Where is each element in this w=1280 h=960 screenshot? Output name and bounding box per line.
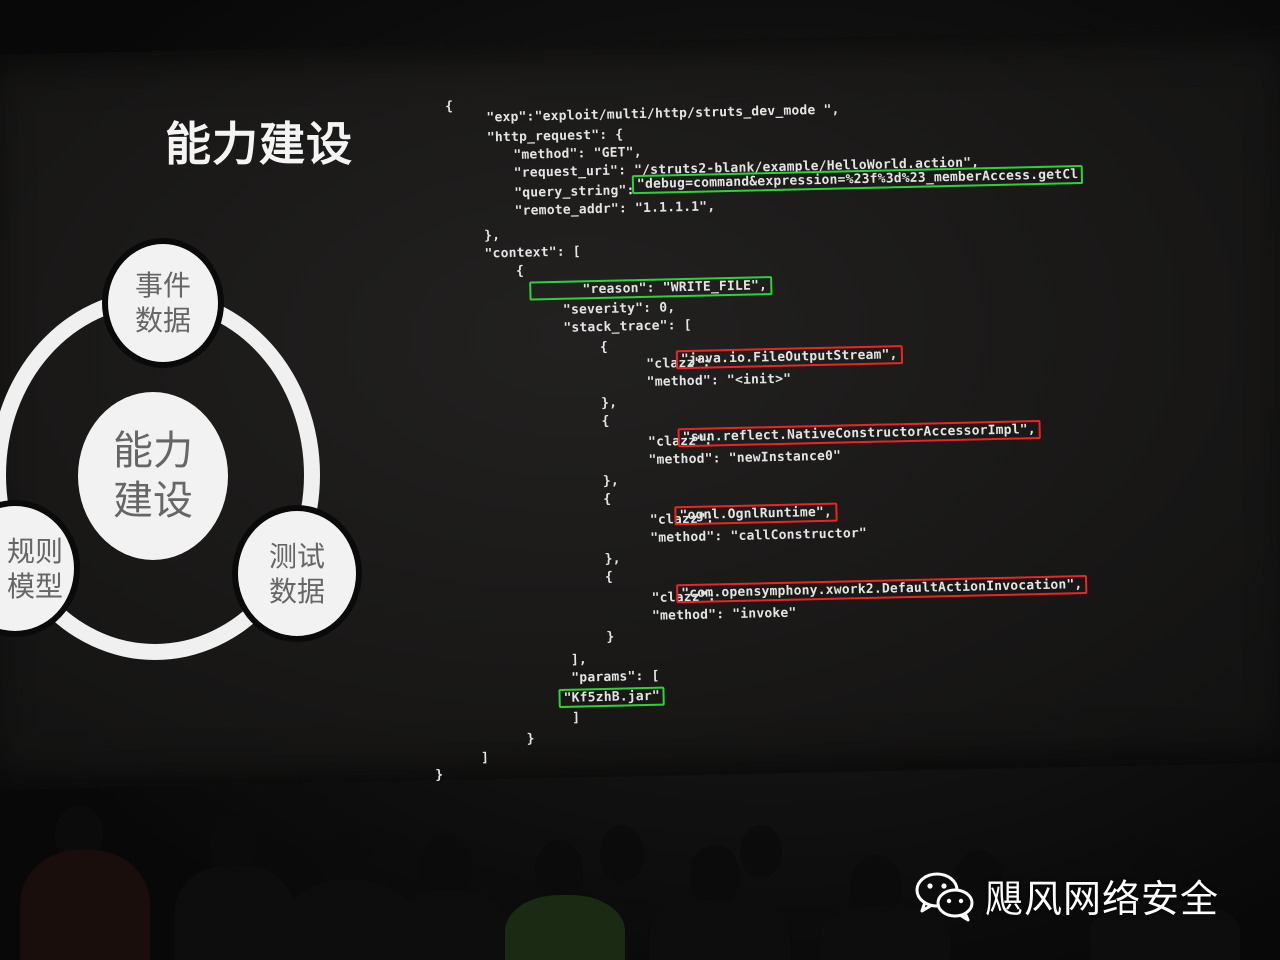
highlight-clazz-4: "com.opensymphony.xwork2.DefaultActionIn… (676, 574, 1088, 604)
code-line: } (494, 731, 535, 748)
code-line: { (444, 99, 454, 115)
diagram-node-text: 规则 (6, 534, 63, 568)
code-line: "http_request": { (470, 127, 624, 146)
code-line: "query_string": (481, 182, 643, 202)
code-line: "method": "callConstructor" (569, 525, 868, 548)
audience-body (390, 890, 510, 960)
audience-head (690, 845, 740, 905)
code-line: } (435, 767, 444, 783)
photo-stage: 能力建设 能力 建设 事件 数据 测试 数据 规则 模型 { "exp":"ex… (0, 0, 1280, 960)
code-line: { (483, 263, 525, 280)
diagram-node-test-data: 测试 数据 (232, 505, 362, 642)
code-line: "severity": 0, (514, 300, 676, 319)
diagram-node-capability: 能力 建设 (78, 392, 228, 560)
code-line: "exp":"exploit/multi/http/struts_dev_mod… (470, 102, 840, 126)
highlight-clazz-1: "java.io.FileOutputStream", (675, 345, 903, 370)
audience-head (740, 825, 782, 877)
audience-head (600, 825, 644, 881)
code-line: }, (540, 551, 621, 569)
watermark-text: 飓风网络安全 (985, 877, 1220, 921)
slide-title: 能力建设 (165, 117, 353, 171)
diagram-node-text: 测试 (268, 539, 325, 573)
code-line: }, (538, 473, 620, 491)
wechat-icon (915, 870, 975, 922)
highlight-clazz-2: "sun.reflect.NativeConstructorAccessorIm… (677, 420, 1042, 448)
audience-body (505, 895, 625, 960)
diagram-node-text: 数据 (268, 574, 325, 608)
code-line: { (537, 413, 610, 431)
audience-head (420, 835, 472, 897)
code-line: }, (467, 228, 501, 244)
code-line: } (542, 629, 615, 647)
code-line: ], (522, 652, 588, 669)
diagram-node-text: 事件 (134, 269, 191, 302)
highlight-clazz-3: "ognl.OgnlRuntime", (674, 502, 838, 526)
code-line: { (538, 491, 612, 509)
highlight-params: "Kf5zhB.jar" (558, 686, 666, 709)
code-line: "method": "<init>" (566, 371, 792, 392)
diagram-node-text: 数据 (134, 304, 191, 337)
diagram-node-text: 模型 (6, 569, 63, 603)
highlight-reason: "reason": "WRITE_FILE", (529, 276, 773, 301)
code-line: "method": "GET", (481, 144, 642, 164)
audience-body (175, 865, 295, 960)
code-line: { (540, 569, 614, 587)
watermark: 飓风网络安全 (915, 868, 1219, 923)
audience-head (535, 840, 583, 900)
diagram-node-event-data: 事件 数据 (102, 238, 224, 368)
audience-body (20, 850, 150, 960)
code-line: "context": [ (468, 244, 582, 262)
audience-head (210, 815, 256, 871)
diagram-node-text: 能力 (113, 428, 193, 474)
diagram-node-text: 建设 (113, 478, 193, 524)
code-line: { (535, 339, 609, 357)
code-line: "stack_trace": [ (515, 317, 692, 337)
audience-body (650, 900, 790, 960)
code-line: "method": "newInstance0" (568, 448, 842, 470)
code-line: "method": "invoke" (571, 605, 797, 626)
code-line: ] (464, 750, 490, 767)
code-line: ] (523, 710, 581, 727)
json-code-block: { "exp":"exploit/multi/http/struts_dev_m… (420, 84, 1155, 783)
code-line: }, (536, 395, 618, 413)
code-line: "remote_addr": "1.1.1.1", (482, 199, 716, 220)
code-line: "params": [ (522, 668, 660, 687)
